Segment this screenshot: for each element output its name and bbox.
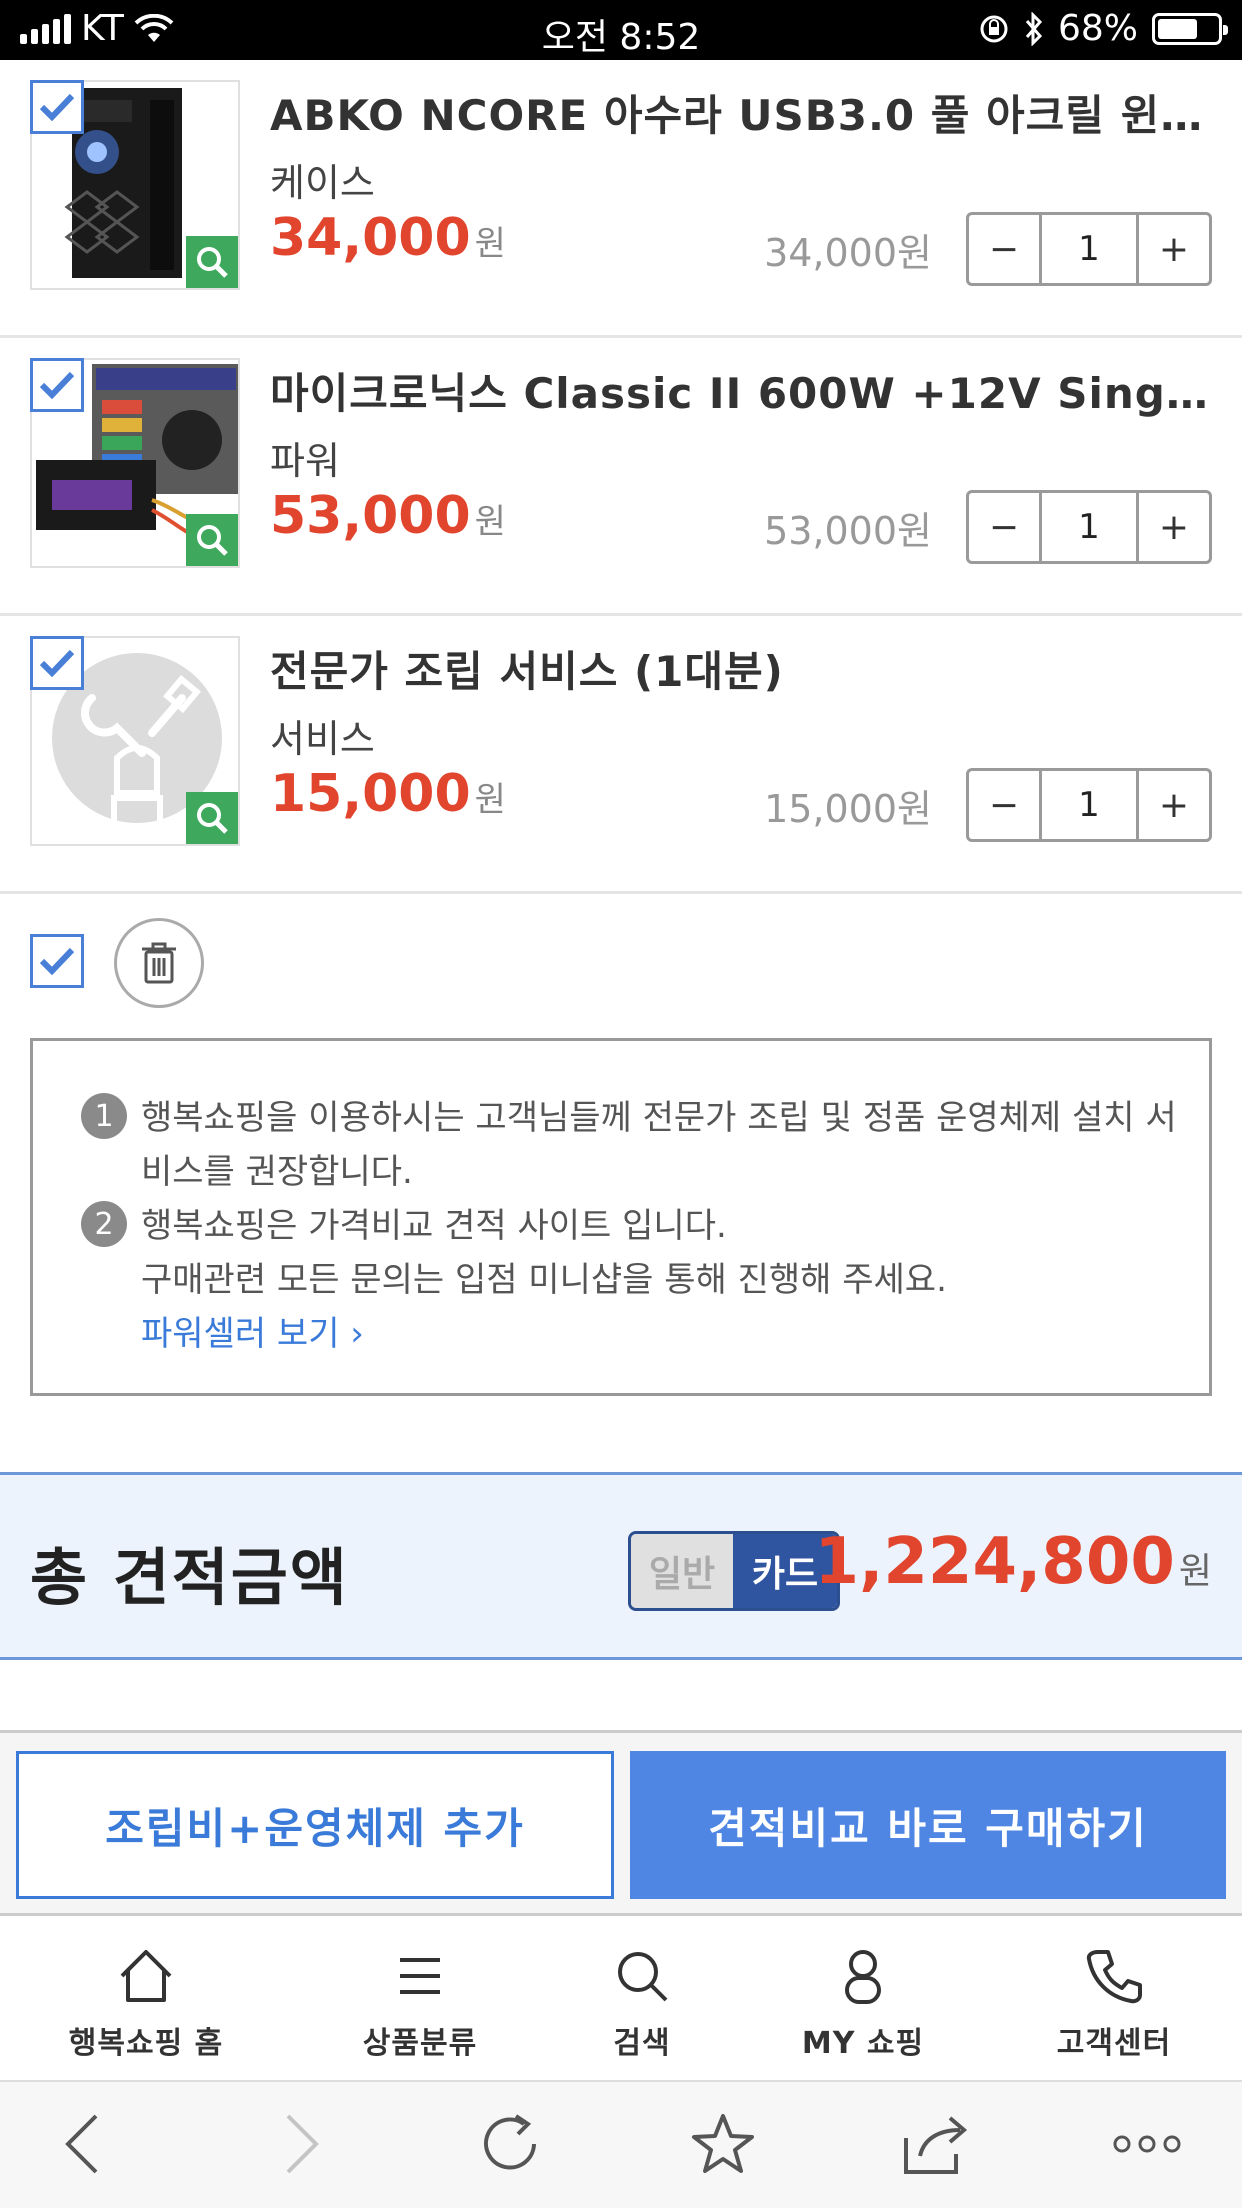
nav-search[interactable]: 검색 [572, 1946, 712, 2062]
more-icon[interactable] [1112, 2112, 1182, 2176]
nav-home[interactable]: 행복쇼핑 홈 [44, 1946, 248, 2062]
total-label: 총 견적금액 [30, 1541, 349, 1614]
nav-customer-center[interactable]: 고객센터 [1034, 1946, 1194, 2062]
notice-text: 행복쇼핑은 가격비교 견적 사이트 입니다. [141, 1206, 727, 1246]
total-bar: 총 견적금액 일반 카드 1,224,800 원 [0, 1472, 1242, 1660]
delete-button[interactable] [114, 918, 204, 1008]
line-subtotal: 34,000원 [764, 231, 932, 275]
check-icon [39, 649, 75, 678]
decrease-button[interactable]: − [969, 493, 1039, 561]
nav-label: 행복쇼핑 홈 [68, 2026, 224, 2061]
price-unit: 원 [474, 224, 506, 264]
line-subtotal: 53,000원 [764, 509, 932, 553]
battery-percent: 68% [1057, 8, 1138, 49]
search-icon [618, 1952, 668, 2002]
toggle-normal[interactable]: 일반 [631, 1534, 733, 1608]
price-value: 53,000 [270, 486, 471, 546]
notice-content: 행복쇼핑은 가격비교 견적 사이트 입니다. 구매관련 모든 문의는 입점 미니… [141, 1199, 947, 1361]
user-icon [845, 1950, 881, 2004]
nav-label: 고객센터 [1056, 2026, 1172, 2061]
product-category: 케이스 [270, 161, 375, 205]
back-icon[interactable] [60, 2112, 104, 2176]
zoom-icon[interactable] [186, 236, 238, 288]
check-icon [39, 947, 75, 976]
zoom-icon[interactable] [186, 792, 238, 844]
line-subtotal: 15,000원 [764, 787, 932, 831]
total-unit: 원 [1178, 1551, 1212, 1592]
decrease-button[interactable]: − [969, 215, 1039, 283]
battery-fill [1158, 18, 1197, 39]
decrease-button[interactable]: − [969, 771, 1039, 839]
product-name[interactable]: ABKO NCORE 아수라 USB3.0 풀 아크릴 윈도… [270, 82, 1210, 143]
check-icon [39, 93, 75, 122]
power-seller-link[interactable]: 파워셀러 보기 › [141, 1307, 947, 1361]
nav-categories[interactable]: 상품분류 [330, 1946, 510, 2062]
product-name[interactable]: 전문가 조립 서비스 (1대분) [270, 638, 1210, 699]
nav-my-shopping[interactable]: MY 쇼핑 [778, 1946, 948, 2062]
rotation-lock-icon [980, 15, 1008, 42]
increase-button[interactable]: + [1139, 493, 1209, 561]
quantity-stepper: − 1 + [966, 768, 1212, 842]
cart-item: 전문가 조립 서비스 (1대분) 서비스 15,000 원 15,000원 − 1… [0, 616, 1242, 894]
quantity-stepper: − 1 + [966, 490, 1212, 564]
bluetooth-icon [1025, 11, 1043, 46]
price-unit: 원 [474, 780, 506, 820]
item-checkbox[interactable] [30, 636, 84, 690]
select-all-checkbox[interactable] [30, 934, 84, 988]
add-assembly-button[interactable]: 조립비+운영체제 추가 [16, 1751, 614, 1899]
share-icon[interactable] [900, 2112, 974, 2176]
increase-button[interactable]: + [1139, 771, 1209, 839]
nav-label: MY 쇼핑 [801, 2026, 925, 2061]
nav-label: 검색 [613, 2026, 671, 2061]
zoom-icon[interactable] [186, 514, 238, 566]
forward-icon[interactable] [280, 2112, 324, 2176]
phone-icon [1086, 1950, 1142, 2004]
product-category: 파워 [270, 439, 340, 483]
product-name[interactable]: 마이크로닉스 Classic II 600W +12V Single … [270, 360, 1210, 421]
price-value: 15,000 [270, 764, 471, 824]
notice-box: 1 행복쇼핑을 이용하시는 고객님들께 전문가 조립 및 정품 운영체제 설치 … [30, 1038, 1212, 1396]
product-price: 53,000 원 [270, 486, 506, 546]
nav-label: 상품분류 [362, 2026, 478, 2061]
browser-toolbar [0, 2082, 1242, 2208]
increase-button[interactable]: + [1139, 215, 1209, 283]
total-amount: 1,224,800 원 [815, 1525, 1212, 1599]
notice-text-line2: 구매관련 모든 문의는 입점 미니샵을 통해 진행해 주세요. [141, 1260, 947, 1300]
quantity-stepper: − 1 + [966, 212, 1212, 286]
notice-number: 1 [81, 1093, 127, 1139]
quantity-value[interactable]: 1 [1039, 493, 1139, 561]
notice-item: 1 행복쇼핑을 이용하시는 고객님들께 전문가 조립 및 정품 운영체제 설치 … [81, 1091, 1191, 1199]
quantity-value[interactable]: 1 [1039, 771, 1139, 839]
notice-text: 행복쇼핑을 이용하시는 고객님들께 전문가 조립 및 정품 운영체제 설치 서비… [141, 1098, 1177, 1192]
menu-icon [400, 1958, 440, 1994]
price-type-toggle[interactable]: 일반 카드 [628, 1531, 840, 1611]
home-icon [120, 1950, 172, 2002]
status-bar: KT 오전 8:52 68% [0, 0, 1242, 60]
item-checkbox[interactable] [30, 358, 84, 412]
bookmark-star-icon[interactable] [688, 2112, 758, 2176]
buy-now-button[interactable]: 견적비교 바로 구매하기 [630, 1751, 1226, 1899]
price-unit: 원 [474, 502, 506, 542]
notice-item: 2 행복쇼핑은 가격비교 견적 사이트 입니다. 구매관련 모든 문의는 입점 … [81, 1199, 1191, 1361]
cart-item: 마이크로닉스 Classic II 600W +12V Single … 파워 … [0, 338, 1242, 616]
product-price: 34,000 원 [270, 208, 506, 268]
trash-icon [142, 942, 176, 984]
item-checkbox[interactable] [30, 80, 84, 134]
battery-icon [1152, 12, 1228, 45]
reload-icon[interactable] [476, 2112, 546, 2176]
price-value: 34,000 [270, 208, 471, 268]
product-category: 서비스 [270, 717, 375, 761]
notice-number: 2 [81, 1201, 127, 1247]
check-icon [39, 371, 75, 400]
status-right: 68% [978, 8, 1228, 49]
cart-item: ABKO NCORE 아수라 USB3.0 풀 아크릴 윈도… 케이스 34,0… [0, 60, 1242, 338]
bottom-nav: 행복쇼핑 홈 상품분류 검색 MY 쇼핑 고객센터 [0, 1916, 1242, 2082]
total-value: 1,224,800 [814, 1525, 1175, 1599]
product-price: 15,000 원 [270, 764, 506, 824]
quantity-value[interactable]: 1 [1039, 215, 1139, 283]
action-bar: 조립비+운영체제 추가 견적비교 바로 구매하기 [0, 1730, 1242, 1916]
